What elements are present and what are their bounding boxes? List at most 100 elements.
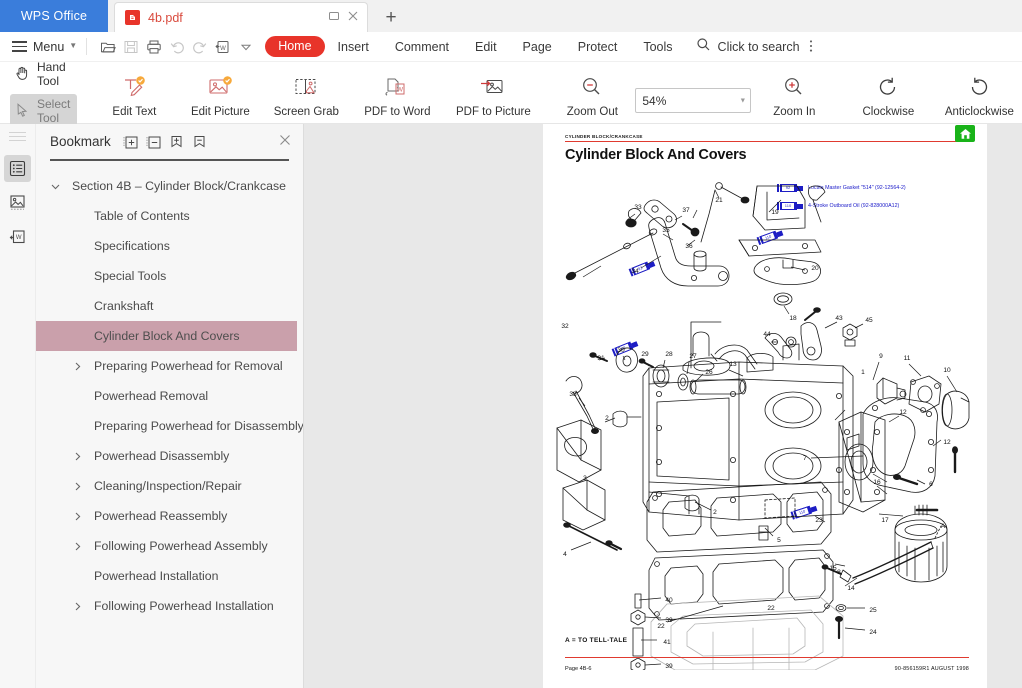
bookmark-item[interactable]: Cylinder Block And Covers bbox=[36, 321, 297, 351]
quick-access-more-icon[interactable] bbox=[234, 36, 257, 58]
zoom-level-select[interactable]: 54% ▼ bbox=[635, 88, 752, 113]
zoom-out-button[interactable]: Zoom Out bbox=[549, 65, 635, 123]
remove-bookmark-icon[interactable] bbox=[191, 133, 208, 150]
rotate-anticlockwise-button[interactable]: Anticlockwise bbox=[931, 65, 1022, 123]
chevron-right-icon[interactable] bbox=[72, 361, 94, 372]
svg-text:30: 30 bbox=[617, 347, 625, 354]
pdf-page[interactable]: CYLINDER BLOCK/CRANKCASE Cylinder Block … bbox=[543, 124, 987, 688]
edit-text-button[interactable]: Edit Text bbox=[91, 65, 177, 123]
export-to-word-icon[interactable]: W bbox=[211, 36, 234, 58]
bookmark-item[interactable]: Preparing Powerhead for Disassembly bbox=[36, 411, 303, 441]
svg-text:27: 27 bbox=[689, 353, 697, 360]
expand-all-icon[interactable] bbox=[122, 133, 139, 150]
tab-edit[interactable]: Edit bbox=[462, 40, 510, 54]
bookmark-item[interactable]: Special Tools bbox=[36, 261, 303, 291]
kebab-menu-icon[interactable] bbox=[809, 39, 813, 55]
document-tab[interactable]: 4b.pdf bbox=[114, 2, 368, 32]
svg-text:21: 21 bbox=[715, 197, 723, 204]
pdf-to-picture-button[interactable]: PDF to Picture bbox=[445, 65, 541, 123]
chevron-right-icon[interactable] bbox=[72, 601, 94, 612]
bookmark-item-label: Following Powerhead Assembly bbox=[94, 539, 268, 553]
bookmark-item[interactable]: Cleaning/Inspection/Repair bbox=[36, 471, 303, 501]
chevron-right-icon[interactable] bbox=[72, 451, 94, 462]
brand-tab[interactable]: WPS Office bbox=[0, 0, 108, 32]
undo-icon[interactable] bbox=[165, 36, 188, 58]
ribbon-group-convert: Edit Text Edit Picture Screen Grab W PDF… bbox=[91, 62, 541, 123]
svg-text:34: 34 bbox=[631, 268, 639, 275]
search-input[interactable]: Click to search bbox=[696, 37, 800, 57]
tab-comment[interactable]: Comment bbox=[382, 40, 462, 54]
screen-grab-button[interactable]: Screen Grab bbox=[263, 65, 349, 123]
select-tool-button[interactable]: Select Tool bbox=[10, 94, 78, 128]
bookmark-item[interactable]: Preparing Powerhead for Removal bbox=[36, 351, 303, 381]
edit-text-icon bbox=[120, 73, 148, 103]
bookmark-item[interactable]: Powerhead Disassembly bbox=[36, 441, 303, 471]
bookmark-item[interactable]: Powerhead Installation bbox=[36, 561, 303, 591]
bookmark-item[interactable]: Section 4B – Cylinder Block/Crankcase bbox=[36, 171, 303, 201]
bookmark-item[interactable]: Crankshaft bbox=[36, 291, 303, 321]
pdf-to-picture-label: PDF to Picture bbox=[455, 106, 531, 118]
rotate-anticlockwise-icon bbox=[965, 73, 993, 103]
rail-grip-icon bbox=[9, 129, 26, 144]
svg-text:43: 43 bbox=[835, 315, 843, 322]
add-bookmark-icon[interactable] bbox=[168, 133, 185, 150]
chevron-down-icon[interactable] bbox=[50, 181, 72, 192]
svg-text:41: 41 bbox=[663, 639, 671, 646]
pdf-page-note: A = TO TELL-TALE bbox=[565, 637, 628, 644]
edit-picture-button[interactable]: Edit Picture bbox=[177, 65, 263, 123]
sidebar-item-bookmark[interactable] bbox=[4, 154, 31, 182]
pdf-to-word-button[interactable]: W PDF to Word bbox=[349, 65, 445, 123]
collapse-all-icon[interactable] bbox=[145, 133, 162, 150]
svg-text:A: A bbox=[941, 523, 946, 530]
bookmark-item[interactable]: Following Powerhead Installation bbox=[36, 591, 303, 621]
bookmark-item-label: Powerhead Reassembly bbox=[94, 509, 228, 523]
close-icon[interactable] bbox=[347, 10, 359, 25]
bookmark-item[interactable]: Powerhead Reassembly bbox=[36, 501, 303, 531]
svg-text:44: 44 bbox=[763, 331, 771, 338]
rotate-clockwise-button[interactable]: Clockwise bbox=[845, 65, 931, 123]
close-bookmark-panel-button[interactable] bbox=[276, 133, 294, 151]
chevron-down-icon[interactable]: ▼ bbox=[739, 97, 746, 104]
svg-text:23: 23 bbox=[815, 517, 823, 524]
bookmark-item[interactable]: Powerhead Removal bbox=[36, 381, 303, 411]
print-icon[interactable] bbox=[142, 36, 165, 58]
sidebar-item-thumbnails[interactable] bbox=[4, 189, 31, 216]
tab-tools[interactable]: Tools bbox=[630, 40, 685, 54]
svg-text:16: 16 bbox=[873, 479, 881, 486]
sidebar-item-convert[interactable]: W bbox=[4, 223, 31, 250]
zoom-in-button[interactable]: Zoom In bbox=[751, 65, 837, 123]
restore-icon[interactable] bbox=[328, 10, 340, 25]
svg-text:9: 9 bbox=[879, 353, 883, 360]
edit-text-label: Edit Text bbox=[112, 106, 157, 118]
svg-text:W: W bbox=[397, 87, 404, 94]
main-menu-button[interactable]: Menu ▼ bbox=[12, 38, 77, 55]
hand-tool-button[interactable]: Hand Tool bbox=[10, 57, 77, 91]
bookmark-item[interactable]: Table of Contents bbox=[36, 201, 303, 231]
open-icon[interactable] bbox=[96, 36, 119, 58]
chevron-right-icon[interactable] bbox=[72, 481, 94, 492]
pdf-viewer[interactable]: CYLINDER BLOCK/CRANKCASE Cylinder Block … bbox=[304, 124, 1022, 688]
svg-text:6: 6 bbox=[929, 481, 933, 488]
chevron-right-icon[interactable] bbox=[72, 511, 94, 522]
ribbon-toolbar: Hand Tool Select Tool Edit Text Edit Pic… bbox=[0, 60, 1022, 128]
svg-text:12: 12 bbox=[899, 409, 907, 416]
svg-text:40: 40 bbox=[665, 597, 673, 604]
svg-text:7: 7 bbox=[803, 455, 807, 462]
tab-page[interactable]: Page bbox=[510, 40, 565, 54]
svg-text:26: 26 bbox=[705, 369, 713, 376]
svg-text:22: 22 bbox=[767, 605, 775, 612]
zoom-out-label: Zoom Out bbox=[566, 106, 618, 118]
bookmark-item[interactable]: Specifications bbox=[36, 231, 303, 261]
tab-protect[interactable]: Protect bbox=[565, 40, 631, 54]
save-icon[interactable] bbox=[119, 36, 142, 58]
tab-insert[interactable]: Insert bbox=[325, 40, 382, 54]
pdf-page-kicker: CYLINDER BLOCK/CRANKCASE bbox=[565, 134, 643, 139]
bookmark-item[interactable]: Following Powerhead Assembly bbox=[36, 531, 303, 561]
new-tab-button[interactable]: + bbox=[380, 8, 402, 27]
chevron-right-icon[interactable] bbox=[72, 541, 94, 552]
zoom-out-icon bbox=[578, 73, 606, 103]
tab-home[interactable]: Home bbox=[265, 36, 325, 57]
home-icon[interactable] bbox=[955, 125, 975, 142]
bookmark-panel-icon bbox=[9, 160, 26, 176]
redo-icon[interactable] bbox=[188, 36, 211, 58]
